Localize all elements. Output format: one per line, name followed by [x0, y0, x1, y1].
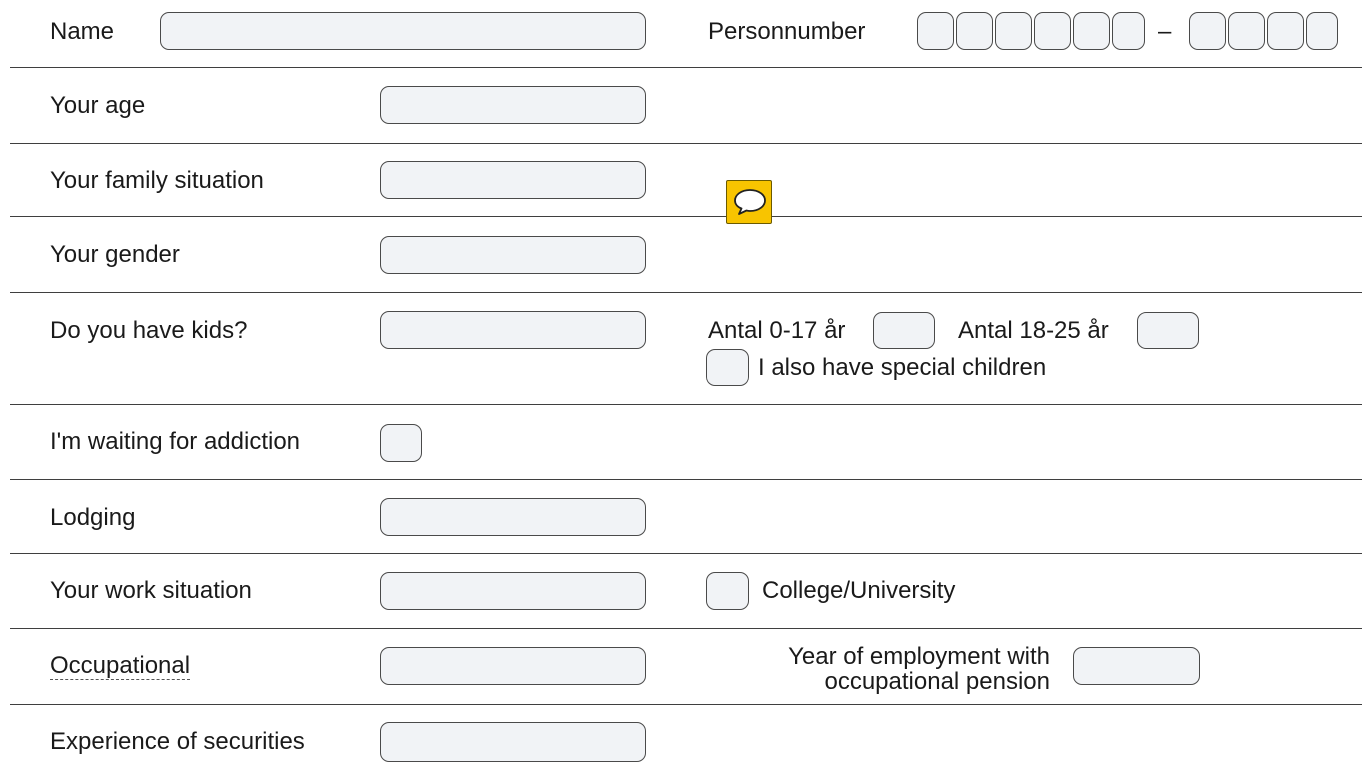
personnumber-digit-5[interactable] — [1073, 12, 1110, 50]
employment-year-label-line1: Year of employment with — [788, 643, 1050, 670]
occupational-label: Occupational — [50, 652, 191, 680]
lodging-input[interactable] — [380, 498, 646, 536]
personnumber-digit-4[interactable] — [1034, 12, 1071, 50]
occupational-input[interactable] — [380, 647, 646, 685]
personnumber-digit-8[interactable] — [1228, 12, 1265, 50]
work-situation-label: Your work situation — [50, 577, 252, 604]
personnumber-dash: – — [1158, 18, 1172, 45]
addiction-label: I'm waiting for addiction — [50, 428, 301, 455]
lodging-label: Lodging — [50, 504, 136, 531]
securities-label: Experience of securities — [50, 728, 305, 755]
college-checkbox[interactable] — [706, 572, 749, 610]
family-situation-input[interactable] — [380, 161, 646, 199]
kids-18-25-label: Antal 18-25 år — [958, 317, 1109, 344]
kids-0-17-input[interactable] — [873, 312, 935, 349]
kids-0-17-label: Antal 0-17 år — [708, 317, 846, 344]
kids-label: Do you have kids? — [50, 317, 248, 344]
comment-note-icon[interactable] — [726, 180, 772, 224]
securities-input[interactable] — [380, 722, 646, 762]
row-divider — [10, 292, 1362, 293]
personnumber-digit-9[interactable] — [1267, 12, 1304, 50]
employment-year-label: Year of employment with occupational pen… — [788, 644, 1050, 694]
personnumber-digit-1[interactable] — [917, 12, 954, 50]
college-label: College/University — [762, 577, 956, 604]
special-children-checkbox[interactable] — [706, 349, 749, 386]
row-divider — [10, 143, 1362, 144]
row-divider — [10, 404, 1362, 405]
family-situation-label: Your family situation — [50, 167, 264, 194]
personnumber-label: Personnumber — [708, 18, 866, 45]
personnumber-digit-2[interactable] — [956, 12, 993, 50]
age-input[interactable] — [380, 86, 646, 124]
name-label: Name — [50, 18, 115, 45]
row-divider — [10, 479, 1362, 480]
row-divider — [10, 704, 1362, 705]
personnumber-digit-3[interactable] — [995, 12, 1032, 50]
personnumber-digit-6[interactable] — [1112, 12, 1145, 50]
gender-input[interactable] — [380, 236, 646, 274]
work-situation-input[interactable] — [380, 572, 646, 610]
employment-year-input[interactable] — [1073, 647, 1200, 685]
kids-input[interactable] — [380, 311, 646, 349]
row-divider — [10, 553, 1362, 554]
special-children-label: I also have special children — [758, 354, 1047, 381]
name-input[interactable] — [160, 12, 646, 50]
row-divider — [10, 628, 1362, 629]
row-divider — [10, 216, 1362, 217]
kids-18-25-input[interactable] — [1137, 312, 1199, 349]
addiction-checkbox[interactable] — [380, 424, 422, 462]
row-divider — [10, 67, 1362, 68]
personnumber-digit-10[interactable] — [1306, 12, 1338, 50]
employment-year-label-line2: occupational pension — [824, 668, 1050, 695]
age-label: Your age — [50, 92, 146, 119]
personnumber-digit-7[interactable] — [1189, 12, 1226, 50]
gender-label: Your gender — [50, 241, 180, 268]
